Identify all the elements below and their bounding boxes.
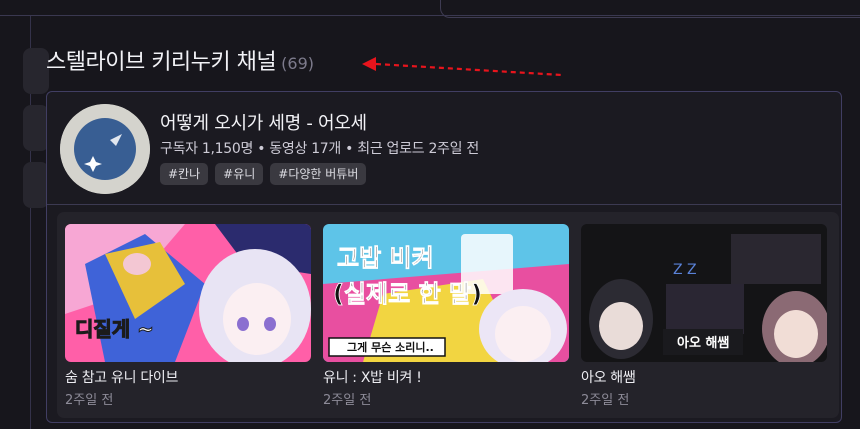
card-divider xyxy=(47,204,841,205)
channel-tags: #칸나 #유니 #다양한 버튜버 xyxy=(160,163,367,185)
video-date: 2주일 전 xyxy=(65,393,114,408)
video-item[interactable]: 디질게 ~ 숨 참고 유니 다이브 2주일 전 xyxy=(65,224,311,408)
video-item[interactable]: Z Z 아오 해쌤 아오 해쌤 2주일 전 xyxy=(581,224,827,408)
video-thumbnail-image: Z Z 아오 해쌤 xyxy=(581,224,827,362)
channel-card[interactable]: 어떻게 오시가 세명 - 어오세 구독자 1,150명 • 동영상 17개 • … xyxy=(46,91,842,423)
tag-various-vtuber[interactable]: #다양한 버튜버 xyxy=(270,163,367,185)
video-title[interactable]: 유니 : X밥 비켜 ! xyxy=(323,367,569,387)
video-thumbnail-image: 고밥 비켜 (실제로 한 말) 그게 무슨 소리니.. xyxy=(323,224,569,362)
video-thumbnail[interactable]: 고밥 비켜 (실제로 한 말) 그게 무슨 소리니.. xyxy=(323,224,569,362)
channel-avatar[interactable] xyxy=(60,104,150,194)
thumb-overlay-text: 디질게 ~ xyxy=(75,317,154,341)
section-count: (69) xyxy=(281,54,314,73)
annotation-arrow-icon xyxy=(362,57,563,77)
tag-kanna[interactable]: #칸나 xyxy=(160,163,209,185)
svg-text:아오 해쌤: 아오 해쌤 xyxy=(677,335,729,351)
tag-yuni[interactable]: #유니 xyxy=(215,163,264,185)
video-thumbnail[interactable]: 디질게 ~ xyxy=(65,224,311,362)
video-title[interactable]: 숨 참고 유니 다이브 xyxy=(65,367,311,387)
svg-text:고밥 비켜: 고밥 비켜 xyxy=(337,244,434,272)
svg-text:(실제로 한 말): (실제로 한 말) xyxy=(333,280,482,308)
video-date: 2주일 전 xyxy=(323,393,372,408)
channel-logo-icon xyxy=(60,104,150,194)
video-date: 2주일 전 xyxy=(581,393,630,408)
video-list: 디질게 ~ 숨 참고 유니 다이브 2주일 전 고밥 비켜 (실제로 한 말) xyxy=(57,212,839,418)
video-thumbnail[interactable]: Z Z 아오 해쌤 xyxy=(581,224,827,362)
section-title: 스텔라이브 키리누키 채널 xyxy=(46,50,277,75)
video-title[interactable]: 아오 해쌤 xyxy=(581,367,827,387)
svg-text:Z Z: Z Z xyxy=(673,262,697,278)
channel-stats: 구독자 1,150명 • 동영상 17개 • 최근 업로드 2주일 전 xyxy=(160,141,479,157)
video-thumbnail-image: 디질게 ~ xyxy=(65,224,311,362)
video-item[interactable]: 고밥 비켜 (실제로 한 말) 그게 무슨 소리니.. 유니 : X밥 비켜 !… xyxy=(323,224,569,408)
channel-name[interactable]: 어떻게 오시가 세명 - 어오세 xyxy=(160,109,367,135)
section-heading: 스텔라이브 키리누키 채널 (69) xyxy=(46,44,314,78)
svg-text:그게 무슨 소리니..: 그게 무슨 소리니.. xyxy=(347,340,434,354)
